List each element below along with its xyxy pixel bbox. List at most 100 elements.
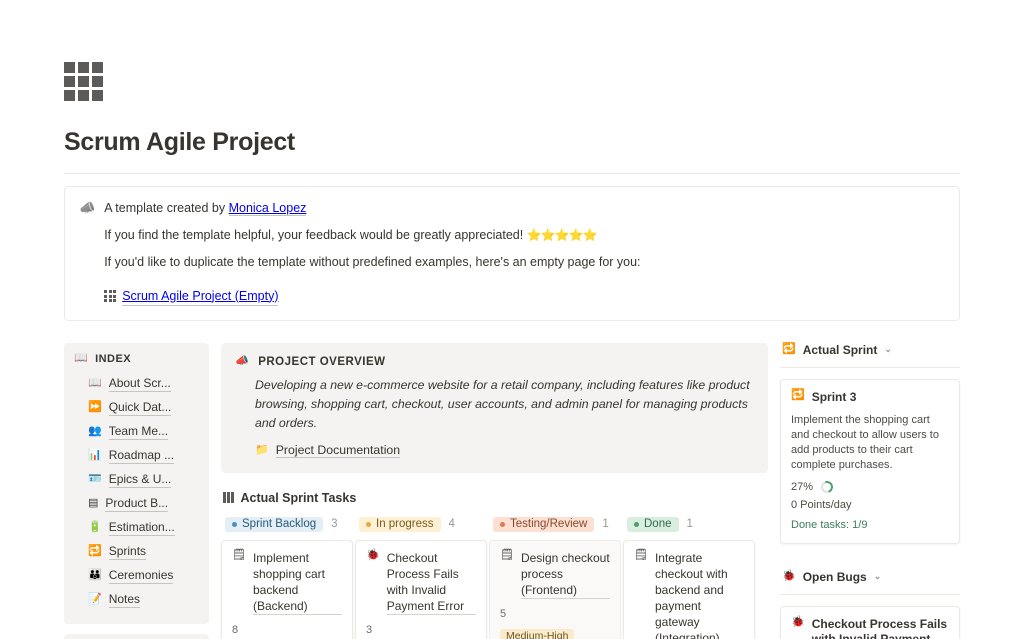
sidebar-item-team-members[interactable]: 👥 Team Me... xyxy=(74,420,199,444)
sync-icon: 🔁 xyxy=(782,343,796,355)
board-title: Actual Sprint Tasks xyxy=(223,491,768,505)
kanban-column-header: Testing/Review 1 xyxy=(489,515,621,532)
actual-sprint-header[interactable]: 🔁 Actual Sprint ⌄ xyxy=(780,343,960,357)
card-title-row: 🗒 Integrate checkout with backend and pay… xyxy=(634,549,744,639)
sidebar-item-ceremonies[interactable]: 👪 Ceremonies xyxy=(74,564,199,588)
kanban-card-list: 🗒 Implement shopping cart backend (Backen… xyxy=(221,539,353,639)
project-documentation-link[interactable]: Project Documentation xyxy=(275,443,401,458)
callout-line-duplicate: If you'd like to duplicate the template … xyxy=(104,255,641,269)
open-bugs-title: Open Bugs xyxy=(802,569,867,584)
sprint-done-tasks: Done tasks: 1/9 xyxy=(791,518,868,531)
priority-tag: Medium-High xyxy=(500,628,575,639)
card-title-row: 🗒 Implement shopping cart backend (Backen… xyxy=(232,548,342,615)
sidebar-item-sprints[interactable]: 🔁 Sprints xyxy=(74,540,199,564)
id-card-icon: 🪪 xyxy=(88,473,102,485)
list-lines-icon: ▤ xyxy=(88,497,99,509)
project-overview-callout: 📣 PROJECT OVERVIEW Developing a new e-co… xyxy=(221,342,768,473)
column-status-chip[interactable]: Testing/Review xyxy=(493,516,595,532)
empty-page-row: Scrum Agile Project (Empty) xyxy=(104,287,279,306)
sidebar-item-label: Team Me... xyxy=(108,424,169,440)
column-status-chip[interactable]: Sprint Backlog xyxy=(225,516,324,532)
sidebar-item-notes[interactable]: 📝 Notes xyxy=(74,588,199,612)
kanban-column: Testing/Review 1 🗒 Design checkout process … xyxy=(489,515,621,639)
card-points: 3 xyxy=(366,623,373,636)
kanban-card[interactable]: 🗒 Implement shopping cart backend (Backen… xyxy=(221,539,353,639)
people-icon: 👥 xyxy=(88,425,102,437)
card-title: Integrate checkout with backend and paym… xyxy=(655,550,744,639)
card-priority-row: Medium-High xyxy=(232,636,342,639)
callout-feedback-text: If you find the template helpful, your f… xyxy=(104,228,527,242)
index-panel: 📖 INDEX 📖 About Scr... ⏩ Quick Dat... 👥 Tea… xyxy=(64,342,209,624)
sidebar-item-epics-and-user-stories[interactable]: 🪪 Epics & U... xyxy=(74,468,199,492)
progress-ring-icon xyxy=(819,478,836,495)
kanban-card[interactable]: 🐞 Checkout Process Fails with Invalid Pay… xyxy=(355,539,487,639)
column-name: Done xyxy=(644,518,672,530)
folder-icon: 📁 xyxy=(255,443,269,456)
actual-sprint-title: Actual Sprint xyxy=(802,342,878,357)
column-name: Testing/Review xyxy=(510,518,588,530)
megaphone-icon: 📣 xyxy=(235,355,250,367)
star-rating-icon: ⭐⭐⭐⭐⭐ xyxy=(526,228,598,242)
column-count: 1 xyxy=(602,518,609,530)
kanban-column-header: Sprint Backlog 3 xyxy=(221,515,353,532)
column-name: In progress xyxy=(376,518,434,530)
sidebar-item-product-backlog[interactable]: ▤ Product B... xyxy=(74,492,199,516)
sprint-velocity: 0 Points/day xyxy=(791,498,852,511)
sidebar-item-label: Ceremonies xyxy=(108,568,174,584)
megaphone-icon: 📣 xyxy=(79,200,96,215)
kanban-card[interactable]: 🗒 Integrate checkout with backend and pay… xyxy=(623,539,755,639)
sidebar-item-label: Roadmap ... xyxy=(108,448,175,464)
kanban-column: In progress 4 🐞 Checkout Process Fails with… xyxy=(355,515,487,639)
bug-card-title: Checkout Process Fails with Invalid Paym… xyxy=(811,616,948,639)
chevron-down-icon[interactable]: ⌄ xyxy=(874,571,882,582)
open-bug-card[interactable]: 🐞 Checkout Process Fails with Invalid Pa… xyxy=(780,605,960,639)
project-documentation-row: 📁 Project Documentation xyxy=(235,443,752,458)
callout-line-author: A template created by Monica Lopez xyxy=(104,199,640,217)
kanban-column-header: Done 1 xyxy=(623,515,755,532)
page-root: Scrum Agile Project 📣 A template created… xyxy=(0,62,1024,639)
task-list-icon: 🗒 xyxy=(232,548,246,561)
sidebar-item-label: About Scr... xyxy=(108,376,171,392)
sidebar-item-quick-database[interactable]: ⏩ Quick Dat... xyxy=(74,396,199,420)
empty-template-link[interactable]: Scrum Agile Project (Empty) xyxy=(122,287,279,306)
chevron-down-icon[interactable]: ⌄ xyxy=(884,344,892,355)
column-status-chip[interactable]: Done xyxy=(627,516,679,532)
kanban-card-list: 🐞 Checkout Process Fails with Invalid Pay… xyxy=(355,539,487,639)
sidebar-item-about-scrum[interactable]: 📖 About Scr... xyxy=(74,372,199,396)
book-icon: 📖 xyxy=(88,377,102,389)
book-icon: 📖 xyxy=(74,352,89,364)
index-title: INDEX xyxy=(95,352,132,365)
status-dot-icon xyxy=(232,521,237,527)
quick-actions-panel: ✳️ QUICK ACTIONS ✨New Epic 🪪New Us... 🗒N… xyxy=(64,633,209,639)
sidebar-item-label: Estimation... xyxy=(108,520,175,536)
sprint-card-title: Sprint 3 xyxy=(811,389,857,404)
card-points: 5 xyxy=(500,607,507,620)
status-dot-icon xyxy=(500,521,505,527)
card-priority-row: Medium-High xyxy=(500,620,610,639)
sidebar-item-label: Quick Dat... xyxy=(108,400,172,416)
chart-bars-icon: 📊 xyxy=(88,449,102,461)
rail-divider xyxy=(780,593,960,595)
kanban-board: Sprint Backlog 3 🗒 Implement shopping cart … xyxy=(221,515,768,639)
author-link[interactable]: Monica Lopez xyxy=(228,201,307,216)
project-overview-title: PROJECT OVERVIEW xyxy=(258,355,386,368)
sprint-progress-label: 27% xyxy=(791,480,814,493)
card-title-row: 🗒 Design checkout process (Frontend) xyxy=(500,549,610,599)
open-bugs-header[interactable]: 🐞 Open Bugs ⌄ xyxy=(780,570,960,584)
callout-author-prefix: A template created by xyxy=(104,201,229,215)
group-icon: 👪 xyxy=(88,569,102,581)
sidebar-item-label: Notes xyxy=(108,592,141,608)
board-title-label: Actual Sprint Tasks xyxy=(240,490,357,505)
kanban-card[interactable]: 🗒 Design checkout process (Frontend) 5 Medi… xyxy=(489,539,621,639)
rail-divider xyxy=(780,366,960,368)
grid-icon xyxy=(64,62,108,106)
index-nav-list: 📖 About Scr... ⏩ Quick Dat... 👥 Team Me... … xyxy=(74,372,199,612)
callout-line-feedback: If you find the template helpful, your f… xyxy=(104,226,640,244)
bug-card-title-row: 🐞 Checkout Process Fails with Invalid Pa… xyxy=(791,616,949,639)
sprint-card[interactable]: 🔁 Sprint 3 Implement the shopping cart a… xyxy=(780,378,960,544)
sidebar-item-roadmap[interactable]: 📊 Roadmap ... xyxy=(74,444,199,468)
column-status-chip[interactable]: In progress xyxy=(359,516,441,532)
sync-icon: 🔁 xyxy=(791,388,805,401)
battery-icon: 🔋 xyxy=(88,521,102,533)
sidebar-item-estimation[interactable]: 🔋 Estimation... xyxy=(74,516,199,540)
